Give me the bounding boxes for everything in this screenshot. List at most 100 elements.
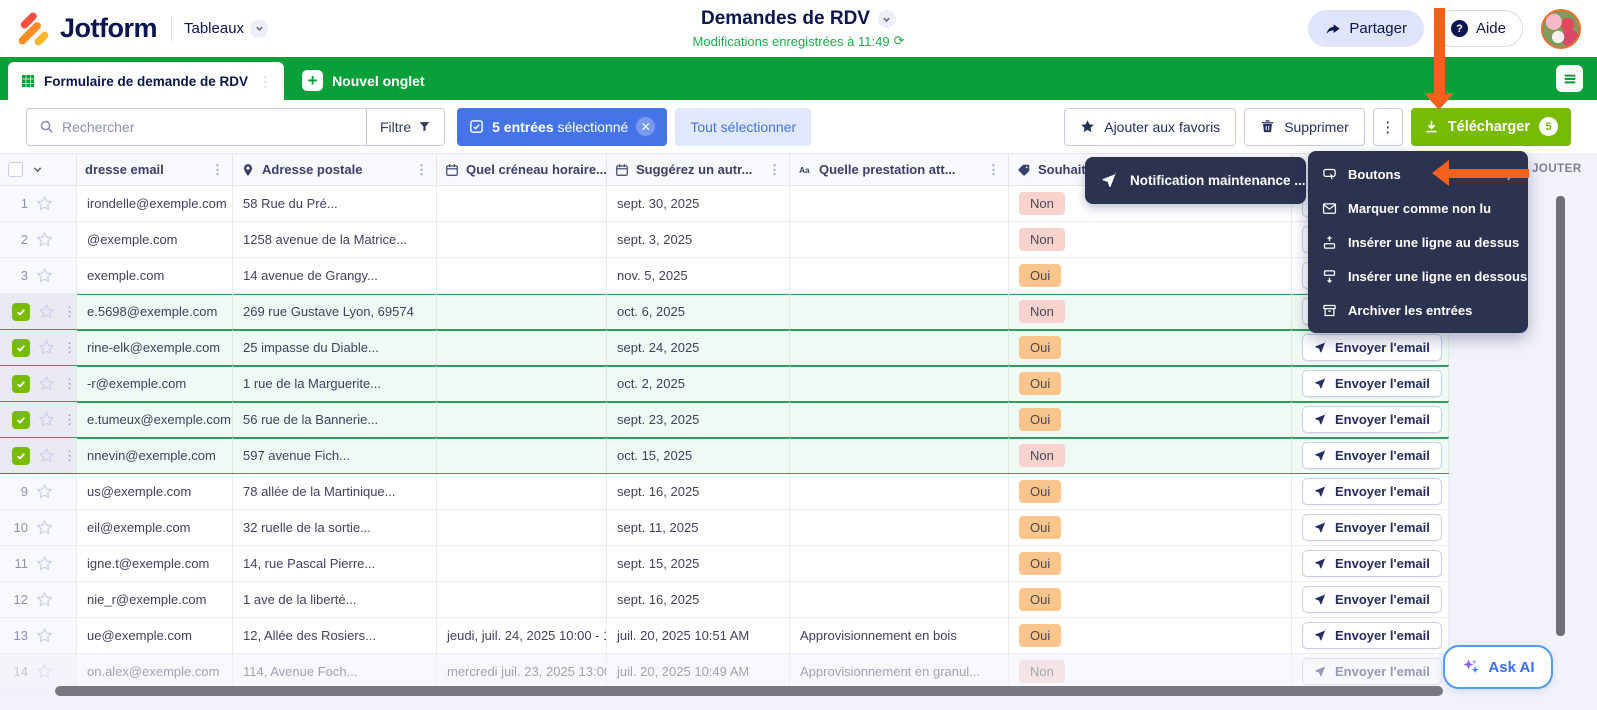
cell-creneau[interactable] (437, 474, 607, 509)
close-icon[interactable]: ✕ (636, 117, 656, 136)
cell-suggerez[interactable]: sept. 3, 2025 (607, 222, 790, 257)
column-header-postale[interactable]: Adresse postale ⋮ (233, 154, 437, 185)
cell-creneau[interactable] (437, 402, 607, 437)
cell-prestation[interactable] (790, 330, 1009, 365)
star-icon[interactable] (36, 663, 53, 680)
cell-prestation[interactable] (790, 258, 1009, 293)
row-checkbox-checked[interactable] (12, 338, 30, 357)
cell-email[interactable]: igne.t@exemple.com (77, 546, 233, 581)
column-header-email[interactable]: dresse email ⋮ (77, 154, 233, 185)
cell-suggerez[interactable]: juil. 20, 2025 10:51 AM (607, 618, 790, 653)
cell-email[interactable]: -r@exemple.com (77, 366, 233, 401)
star-icon[interactable] (36, 555, 53, 572)
cell-suggerez[interactable]: sept. 24, 2025 (607, 330, 790, 365)
cell-souhaitez[interactable]: Oui (1009, 474, 1292, 509)
cell-postale[interactable]: 78 allée de la Martinique... (233, 474, 437, 509)
star-icon[interactable] (38, 411, 55, 428)
select-all-header-cell[interactable] (0, 154, 77, 185)
column-kebab-icon[interactable]: ⋮ (987, 162, 1000, 178)
send-email-button[interactable]: Envoyer l'email (1302, 586, 1442, 613)
cell-email[interactable]: ue@exemple.com (77, 618, 233, 653)
menu-item-ins-rer-une-ligne-en-dessous[interactable]: Insérer une ligne en dessous (1308, 259, 1528, 293)
cell-boutons[interactable]: Envoyer l'email (1292, 618, 1449, 653)
cell-postale[interactable]: 1 ave de la liberté... (233, 582, 437, 617)
cell-creneau[interactable] (437, 510, 607, 545)
cell-prestation[interactable] (790, 402, 1009, 437)
row-kebab-icon[interactable]: ⋮ (63, 340, 76, 356)
cell-creneau[interactable] (437, 186, 607, 221)
cell-prestation[interactable] (790, 222, 1009, 257)
menu-item-boutons[interactable]: Boutons (1308, 157, 1528, 191)
cell-creneau[interactable] (437, 222, 607, 257)
star-icon[interactable] (38, 447, 55, 464)
cell-postale[interactable]: 1 rue de la Marguerite... (233, 366, 437, 401)
row-checkbox-checked[interactable] (12, 446, 30, 465)
more-actions-kebab-button[interactable]: ⋮ (1372, 107, 1403, 146)
add-to-favorites-button[interactable]: Ajouter aux favoris (1064, 107, 1237, 146)
cell-email[interactable]: nnevin@exemple.com (77, 438, 233, 473)
star-icon[interactable] (38, 303, 55, 320)
cell-suggerez[interactable]: sept. 16, 2025 (607, 582, 790, 617)
send-email-button[interactable]: Envoyer l'email (1302, 550, 1442, 577)
star-icon[interactable] (36, 483, 53, 500)
cell-boutons[interactable]: Envoyer l'email (1292, 510, 1449, 545)
new-tab-button[interactable]: + Nouvel onglet (302, 70, 425, 91)
send-email-button[interactable]: Envoyer l'email (1302, 658, 1442, 685)
cell-email[interactable]: irondelle@exemple.com (77, 186, 233, 221)
notification-maintenance-button[interactable]: Notification maintenance ... (1085, 157, 1306, 204)
cell-email[interactable]: nie_r@exemple.com (77, 582, 233, 617)
cell-postale[interactable]: 14, rue Pascal Pierre... (233, 546, 437, 581)
cell-souhaitez[interactable]: Oui (1009, 546, 1292, 581)
row-checkbox-checked[interactable] (12, 302, 30, 321)
cell-creneau[interactable]: jeudi, juil. 24, 2025 10:00 - 11:... (437, 618, 607, 653)
cell-creneau[interactable] (437, 546, 607, 581)
header-checkbox[interactable] (8, 162, 23, 177)
brand[interactable]: Jotform (16, 12, 158, 46)
cell-souhaitez[interactable]: Oui (1009, 366, 1292, 401)
cell-prestation[interactable] (790, 474, 1009, 509)
help-button[interactable]: ? Aide (1433, 10, 1523, 47)
row-kebab-icon[interactable]: ⋮ (63, 412, 76, 428)
filter-button[interactable]: Filtre (366, 107, 446, 146)
cell-souhaitez[interactable]: Non (1009, 294, 1292, 329)
cell-creneau[interactable] (437, 582, 607, 617)
cell-creneau[interactable] (437, 258, 607, 293)
send-email-button[interactable]: Envoyer l'email (1302, 622, 1442, 649)
title-chevron-down-icon[interactable] (877, 10, 896, 28)
cell-email[interactable]: eil@exemple.com (77, 510, 233, 545)
menu-item-ins-rer-une-ligne-au-dessus[interactable]: Insérer une ligne au dessus (1308, 225, 1528, 259)
selected-entries-chip[interactable]: 5 entrées sélectionné ✕ (457, 107, 668, 146)
cell-email[interactable]: us@exemple.com (77, 474, 233, 509)
column-kebab-icon[interactable]: ⋮ (415, 162, 428, 178)
cell-suggerez[interactable]: sept. 30, 2025 (607, 186, 790, 221)
cell-souhaitez[interactable]: Non (1009, 438, 1292, 473)
cell-creneau[interactable] (437, 438, 607, 473)
send-email-button[interactable]: Envoyer l'email (1302, 334, 1442, 361)
cell-postale[interactable]: 56 rue de la Bannerie... (233, 402, 437, 437)
send-email-button[interactable]: Envoyer l'email (1302, 442, 1442, 469)
star-icon[interactable] (36, 627, 53, 644)
star-icon[interactable] (36, 267, 53, 284)
cell-souhaitez[interactable]: Oui (1009, 582, 1292, 617)
star-icon[interactable] (36, 519, 53, 536)
cell-boutons[interactable]: Envoyer l'email (1292, 582, 1449, 617)
cell-postale[interactable]: 114, Avenue Foch... (233, 654, 437, 689)
cell-email[interactable]: e.5698@exemple.com (77, 294, 233, 329)
cell-prestation[interactable] (790, 510, 1009, 545)
row-checkbox-checked[interactable] (12, 374, 30, 393)
vertical-scrollbar[interactable] (1556, 196, 1565, 636)
chevron-down-icon[interactable] (31, 163, 44, 176)
cell-creneau[interactable] (437, 294, 607, 329)
cell-boutons[interactable]: Envoyer l'email (1292, 402, 1449, 437)
menu-item-archiver-les-entr-es[interactable]: Archiver les entrées (1308, 293, 1528, 327)
cell-postale[interactable]: 58 Rue du Pré... (233, 186, 437, 221)
star-icon[interactable] (36, 231, 53, 248)
cell-prestation[interactable] (790, 186, 1009, 221)
avatar[interactable] (1541, 8, 1581, 49)
cell-email[interactable]: exemple.com (77, 258, 233, 293)
column-kebab-icon[interactable]: ⋮ (211, 162, 224, 178)
row-checkbox-checked[interactable] (12, 410, 30, 429)
cell-prestation[interactable]: Approvisionnement en bois (790, 618, 1009, 653)
cell-suggerez[interactable]: sept. 11, 2025 (607, 510, 790, 545)
menu-item-marquer-comme-non-lu[interactable]: Marquer comme non lu (1308, 191, 1528, 225)
